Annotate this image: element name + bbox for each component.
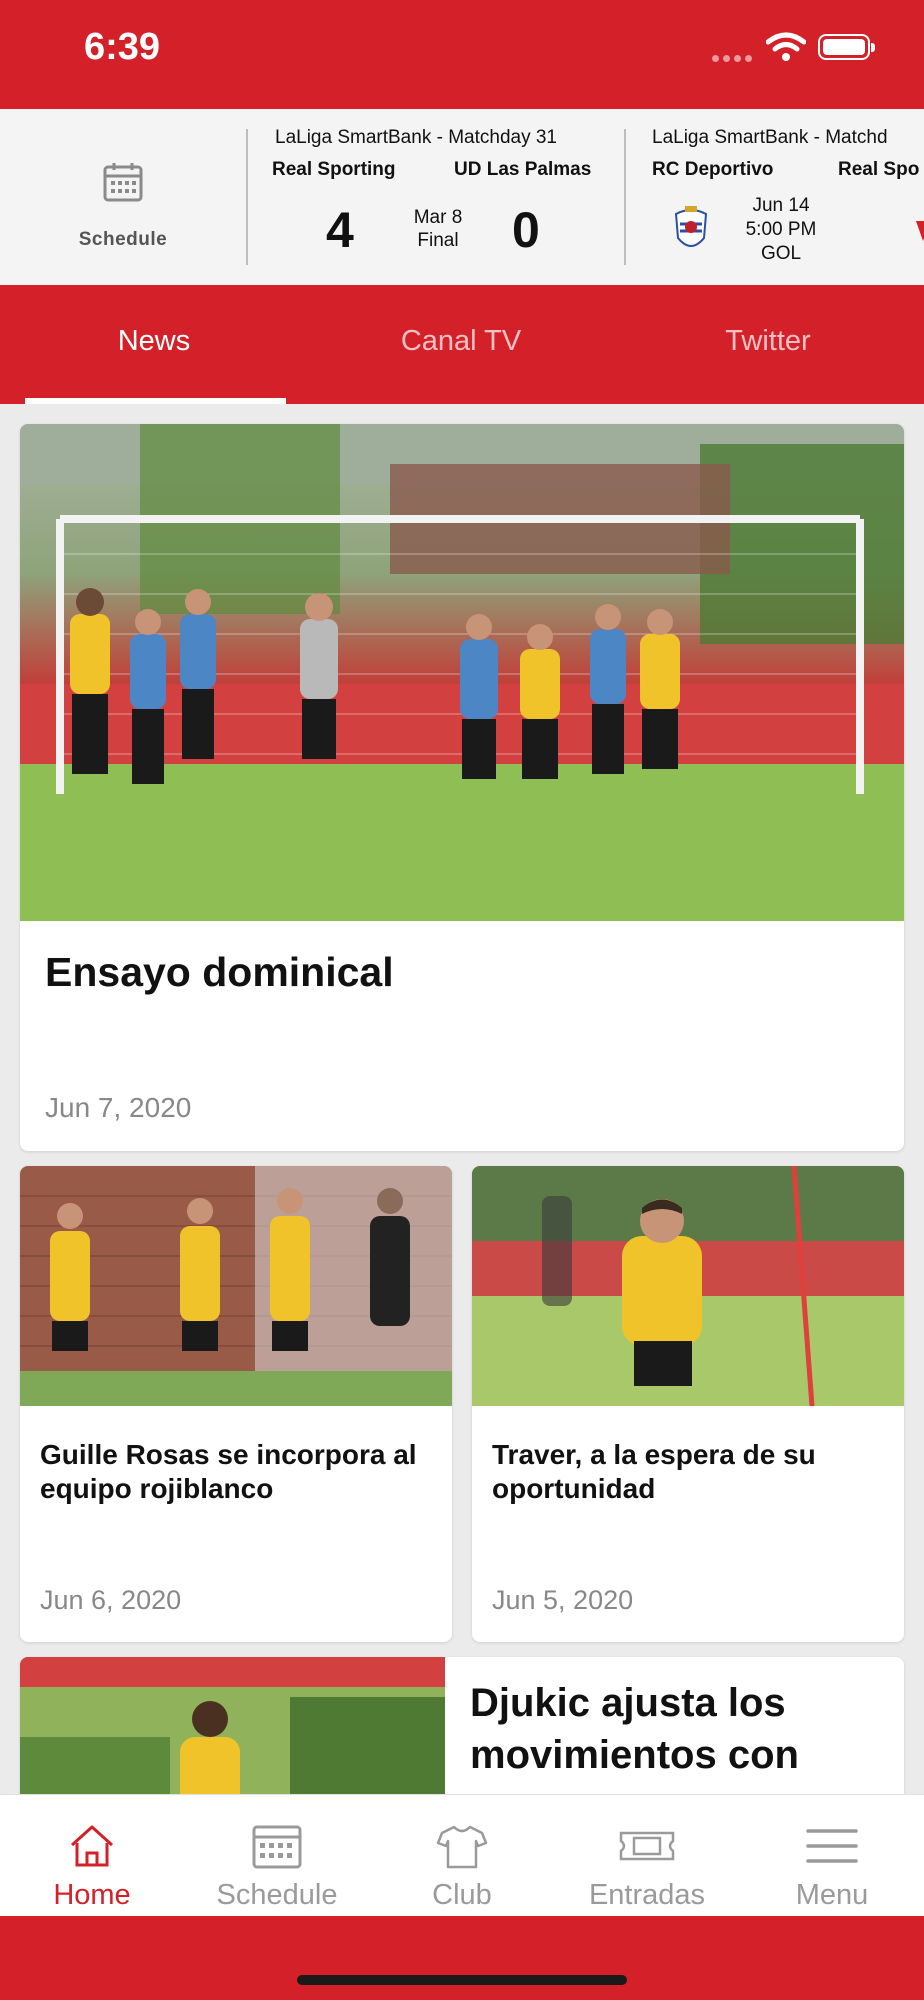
signal-icon xyxy=(712,55,752,62)
nav-label: Entradas xyxy=(588,1879,706,1911)
home-score: 4 xyxy=(326,202,354,258)
calendar-icon xyxy=(252,1825,302,1869)
schedule-label: Schedule xyxy=(78,229,168,250)
training-photo-illustration xyxy=(20,1166,452,1406)
article-photo xyxy=(20,424,904,921)
article-title: Djukic ajusta los movimientos con xyxy=(470,1681,799,1777)
featured-article-card[interactable]: Ensayo dominical Jun 7, 2020 xyxy=(20,424,904,1151)
nav-schedule[interactable]: Schedule xyxy=(185,1795,369,1917)
match-card[interactable]: LaLiga SmartBank - Matchd RC Deportivo R… xyxy=(626,109,924,285)
nav-club[interactable]: Club xyxy=(370,1795,554,1917)
away-score: 0 xyxy=(512,202,540,258)
article-title: Traver, a la espera de su oportunidad xyxy=(492,1439,816,1504)
article-photo xyxy=(20,1657,445,1794)
tab-canal-tv[interactable]: Canal TV xyxy=(321,325,601,358)
article-date: Jun 5, 2020 xyxy=(492,1585,634,1615)
section-tabs: News Canal TV Twitter xyxy=(0,285,924,404)
home-indicator[interactable] xyxy=(297,1975,627,1985)
home-team: Real Sporting xyxy=(272,159,396,180)
article-card[interactable]: Djukic ajusta los movimientos con xyxy=(20,1657,904,1794)
away-team: Real Spo xyxy=(838,159,920,180)
tab-news[interactable]: News xyxy=(14,325,294,358)
article-photo xyxy=(472,1166,904,1406)
match-date: Mar 8 xyxy=(413,207,463,228)
article-photo xyxy=(20,1166,452,1406)
training-photo-illustration xyxy=(20,424,904,921)
shirt-icon xyxy=(436,1825,488,1869)
article-title: Guille Rosas se incorpora al equipo roji… xyxy=(40,1439,417,1504)
home-icon xyxy=(70,1825,114,1867)
match-date: Jun 14 xyxy=(752,195,810,216)
deportivo-crest-icon xyxy=(674,206,708,247)
news-feed[interactable]: Ensayo dominical Jun 7, 2020 Guille Rosa… xyxy=(0,404,924,1794)
article-card[interactable]: Guille Rosas se incorpora al equipo roji… xyxy=(20,1166,452,1642)
article-date: Jun 7, 2020 xyxy=(45,1092,192,1123)
article-title: Ensayo dominical xyxy=(45,949,394,995)
nav-menu[interactable]: Menu xyxy=(740,1795,924,1917)
training-photo-illustration xyxy=(472,1166,904,1406)
match-card[interactable]: LaLiga SmartBank - Matchday 31 Real Spor… xyxy=(248,109,624,285)
match-time: 5:00 PM xyxy=(745,219,817,240)
bottom-nav: Home Schedule Club Entradas Menu xyxy=(0,1794,924,1917)
match-channel: GOL xyxy=(760,243,802,264)
status-bar: 6:39 xyxy=(0,0,924,109)
nav-entradas[interactable]: Entradas xyxy=(555,1795,739,1917)
home-team: RC Deportivo xyxy=(652,159,774,180)
menu-icon xyxy=(806,1829,858,1863)
nav-label: Menu xyxy=(795,1879,869,1911)
competition-label: LaLiga SmartBank - Matchd xyxy=(652,127,888,148)
nav-label: Club xyxy=(432,1879,492,1911)
away-team: UD Las Palmas xyxy=(454,159,592,180)
wifi-icon xyxy=(766,32,806,61)
ticket-icon xyxy=(619,1831,675,1861)
training-photo-illustration xyxy=(20,1657,445,1794)
article-date: Jun 6, 2020 xyxy=(40,1585,182,1615)
scores-carousel[interactable]: Schedule LaLiga SmartBank - Matchday 31 … xyxy=(0,109,924,285)
battery-icon xyxy=(818,34,875,60)
tab-twitter[interactable]: Twitter xyxy=(628,325,908,358)
competition-label: LaLiga SmartBank - Matchday 31 xyxy=(275,127,557,148)
sporting-crest-icon xyxy=(916,221,924,241)
nav-home[interactable]: Home xyxy=(0,1795,184,1917)
schedule-shortcut[interactable]: Schedule xyxy=(0,109,246,285)
article-card[interactable]: Traver, a la espera de su oportunidad Ju… xyxy=(472,1166,904,1642)
match-status: Final xyxy=(417,230,459,251)
calendar-icon xyxy=(103,163,143,202)
status-time: 6:39 xyxy=(84,26,161,68)
nav-label: Schedule xyxy=(216,1879,338,1911)
nav-label: Home xyxy=(53,1879,131,1911)
home-indicator-area xyxy=(0,1916,924,2000)
